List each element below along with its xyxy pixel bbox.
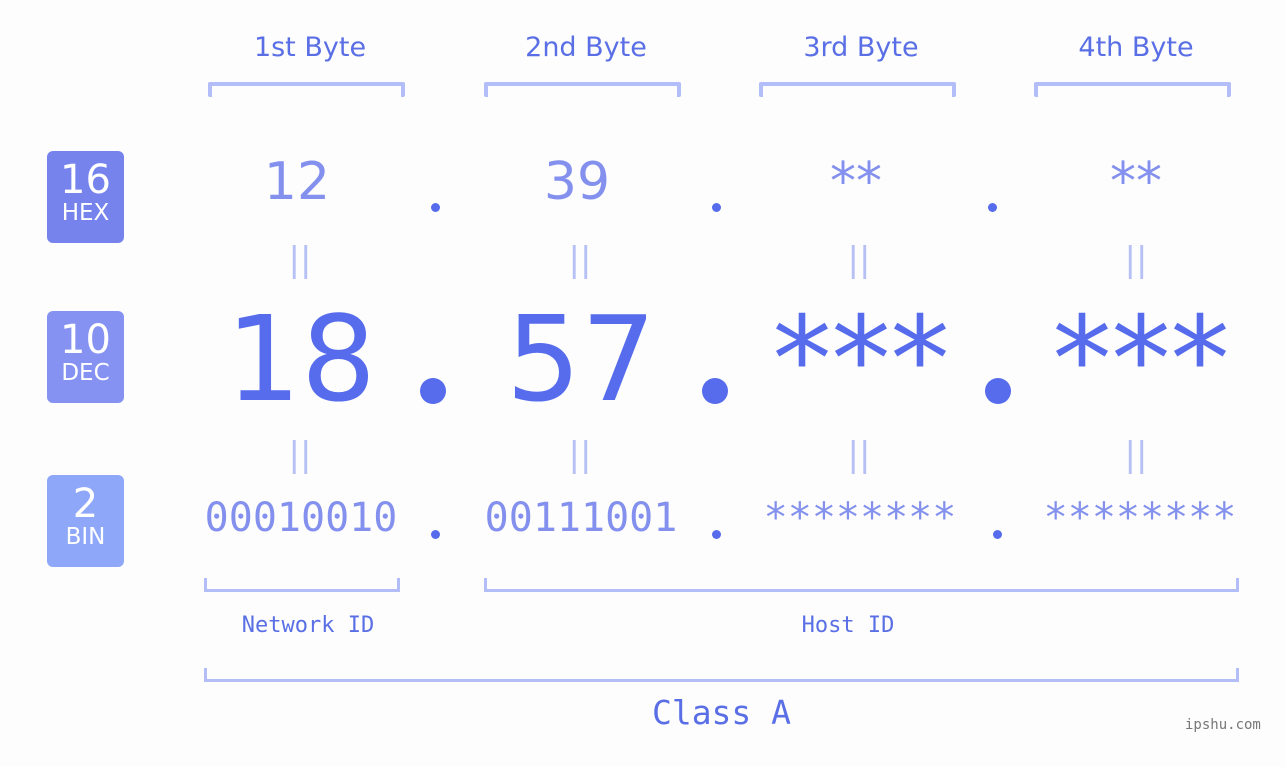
bin-byte-4: ******** xyxy=(1043,495,1237,541)
dec-byte-1: 18 xyxy=(225,290,377,428)
hex-dot-1 xyxy=(431,203,440,212)
byte-bracket-3 xyxy=(759,82,956,97)
bin-dot-3 xyxy=(993,530,1002,539)
byte-bracket-1 xyxy=(208,82,405,97)
byte-bracket-4 xyxy=(1034,82,1231,97)
bin-byte-3: ******** xyxy=(763,495,957,541)
hex-base-number: 16 xyxy=(60,157,111,203)
bin-base-number: 2 xyxy=(72,481,99,527)
class-bracket xyxy=(204,668,1239,682)
dec-base-label: DEC xyxy=(61,360,110,386)
dec-byte-2: 57 xyxy=(505,290,657,428)
bin-byte-2: 00111001 xyxy=(484,495,678,541)
bin-badge: 2 BIN xyxy=(47,475,124,567)
bin-dot-2 xyxy=(712,530,721,539)
host-id-label: Host ID xyxy=(801,613,895,638)
hex-byte-1: 12 xyxy=(263,152,331,212)
equals-sign: || xyxy=(288,240,312,280)
bin-dot-1 xyxy=(431,530,440,539)
hex-dot-3 xyxy=(988,203,997,212)
equals-sign: || xyxy=(568,435,592,475)
hex-byte-2: 39 xyxy=(543,152,611,212)
equals-sign: || xyxy=(847,435,871,475)
dec-base-number: 10 xyxy=(60,317,111,363)
class-label: Class A xyxy=(651,693,792,732)
byte-title-4: 4th Byte xyxy=(1078,32,1194,63)
dec-badge: 10 DEC xyxy=(47,311,124,403)
dec-dot-3 xyxy=(985,378,1011,404)
bin-byte-1: 00010010 xyxy=(204,495,398,541)
equals-sign: || xyxy=(288,435,312,475)
equals-sign: || xyxy=(568,240,592,280)
watermark: ipshu.com xyxy=(1185,717,1261,733)
hex-dot-2 xyxy=(712,203,721,212)
host-id-bracket xyxy=(484,578,1239,592)
bin-base-label: BIN xyxy=(65,524,106,550)
hex-base-label: HEX xyxy=(61,200,110,226)
byte-bracket-2 xyxy=(484,82,681,97)
equals-sign: || xyxy=(847,240,871,280)
network-id-label: Network ID xyxy=(241,613,375,638)
byte-title-2: 2nd Byte xyxy=(525,32,647,63)
network-id-bracket xyxy=(204,578,400,592)
dec-byte-4: *** xyxy=(1052,290,1230,428)
dec-byte-3: *** xyxy=(772,290,950,428)
hex-badge: 16 HEX xyxy=(47,151,124,243)
hex-byte-3: ** xyxy=(830,152,882,212)
hex-byte-4: ** xyxy=(1110,152,1162,212)
equals-sign: || xyxy=(1124,240,1148,280)
dec-dot-1 xyxy=(420,378,446,404)
equals-sign: || xyxy=(1124,435,1148,475)
byte-title-3: 3rd Byte xyxy=(803,32,919,63)
byte-title-1: 1st Byte xyxy=(253,32,367,63)
dec-dot-2 xyxy=(702,378,728,404)
